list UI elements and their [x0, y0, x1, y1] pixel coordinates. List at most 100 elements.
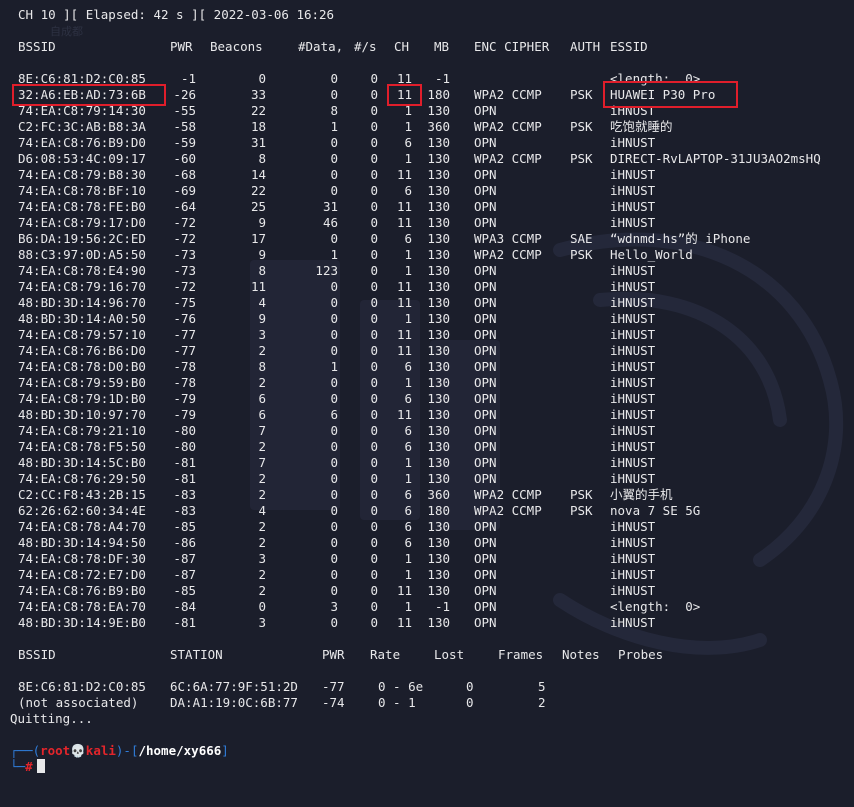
ap-cell-data: 0 — [330, 391, 338, 406]
ap-cell-auth: PSK — [570, 87, 593, 102]
ap-cell-beacons: 22 — [250, 183, 266, 198]
ap-cell-essid: iHNUST — [610, 359, 656, 374]
ap-cell-data: 1 — [330, 359, 338, 374]
ap-cell-rate: 0 — [370, 359, 378, 374]
terminal-window[interactable]: CH 10 ][ Elapsed: 42 s ][ 2022-03-06 16:… — [0, 0, 854, 784]
ap-cell-data: 6 — [330, 407, 338, 422]
ap-cell-rate: 0 — [370, 119, 378, 134]
ap-cell-beacons: 14 — [250, 167, 266, 182]
ap-cell-rate: 0 — [370, 151, 378, 166]
prompt-user: root — [40, 743, 71, 758]
ap-cell-bssid: 8E:C6:81:D2:C0:85 — [18, 71, 146, 86]
ap-cell-enc: WPA2 CCMP — [474, 503, 542, 518]
ap-cell-bssid: B6:DA:19:56:2C:ED — [18, 231, 146, 246]
ap-cell-rate: 0 — [370, 423, 378, 438]
ap-cell-rate: 0 — [370, 215, 378, 230]
ap-cell-bssid: 74:EA:C8:78:E4:90 — [18, 263, 146, 278]
ap-cell-enc: OPN — [474, 535, 497, 550]
ap-cell-pwr: -79 — [173, 391, 196, 406]
ap-cell-bssid: 74:EA:C8:79:16:70 — [18, 279, 146, 294]
ap-cell-rate: 0 — [370, 375, 378, 390]
prompt-frame-close: ] — [221, 743, 229, 758]
ap-row: 48:BD:3D:10:97:70 -79 6 6 0 11 130 OPN iHNUST — [0, 407, 854, 423]
ap-cell-mb: 130 — [427, 247, 450, 262]
ap-cell-beacons: 2 — [258, 487, 266, 502]
sta-col-frames: Frames — [498, 647, 544, 662]
ap-row: 74:EA:C8:78:D0:B0 -78 8 1 0 6 130 OPN iHNUST — [0, 359, 854, 375]
ap-cell-pwr: -72 — [173, 279, 196, 294]
ap-row: 74:EA:C8:78:E4:90 -73 8 123 0 1 130 OPN iHNUST — [0, 263, 854, 279]
prompt-frame-open: ┌──( — [10, 743, 41, 758]
ap-row: 74:EA:C8:78:EA:70 -84 0 3 0 1 -1 OPN <length: 0> — [0, 599, 854, 615]
ap-cell-enc: OPN — [474, 199, 497, 214]
ap-cell-data: 0 — [330, 183, 338, 198]
ap-cell-enc: OPN — [474, 519, 497, 534]
ap-cell-ch: 11 — [396, 279, 412, 294]
ap-cell-enc: OPN — [474, 215, 497, 230]
ap-cell-pwr: -77 — [173, 327, 196, 342]
ap-cell-rate: 0 — [370, 295, 378, 310]
ap-cell-essid: DIRECT-RvLAPTOP-31JU3AO2msHQ — [610, 151, 821, 166]
ap-row: C2:FC:3C:AB:B8:3A -58 18 1 0 1 360 WPA2 CCMP PSK… — [0, 119, 854, 135]
ap-cell-beacons: 7 — [258, 423, 266, 438]
ap-row: 74:EA:C8:78:FE:B0 -64 25 31 0 11 130 OPN iHNUST — [0, 199, 854, 215]
ap-cell-ch: 1 — [404, 103, 412, 118]
ap-cell-rate: 0 — [370, 167, 378, 182]
sta-col-rate: Rate — [370, 647, 401, 662]
ap-cell-data: 1 — [330, 119, 338, 134]
ap-cell-essid: iHNUST — [610, 439, 656, 454]
ap-cell-mb: -1 — [434, 599, 450, 614]
ap-cell-beacons: 6 — [258, 407, 266, 422]
ap-cell-essid: iHNUST — [610, 183, 656, 198]
ap-cell-data: 0 — [330, 279, 338, 294]
ap-cell-rate: 0 — [370, 487, 378, 502]
ap-cell-bssid: 48:BD:3D:14:94:50 — [18, 535, 146, 550]
ap-cell-enc: WPA2 CCMP — [474, 247, 542, 262]
watermark-text: 自成都 — [50, 25, 83, 38]
ap-cell-rate: 0 — [370, 343, 378, 358]
ap-cell-beacons: 8 — [258, 263, 266, 278]
ap-cell-beacons: 3 — [258, 615, 266, 630]
ap-cell-pwr: -68 — [173, 167, 196, 182]
ap-cell-essid: iHNUST — [610, 311, 656, 326]
ap-cell-mb: 130 — [427, 439, 450, 454]
ap-cell-mb: 130 — [427, 279, 450, 294]
ap-cell-beacons: 0 — [258, 599, 266, 614]
ap-row: 74:EA:C8:79:21:10 -80 7 0 0 6 130 OPN iHNUST — [0, 423, 854, 439]
ap-cell-mb: 130 — [427, 551, 450, 566]
ap-cell-mb: 130 — [427, 615, 450, 630]
ap-cell-pwr: -73 — [173, 263, 196, 278]
ap-cell-beacons: 31 — [250, 135, 266, 150]
sta-col-bssid: BSSID — [18, 647, 56, 662]
station-row: (not associated) DA:A1:19:0C:6B:77 -74 0 - … — [0, 695, 854, 711]
ap-cell-bssid: 74:EA:C8:76:B9:B0 — [18, 583, 146, 598]
ap-cell-essid: iHNUST — [610, 551, 656, 566]
ap-cell-rate: 0 — [370, 615, 378, 630]
ap-cell-pwr: -73 — [173, 247, 196, 262]
ap-cell-enc: WPA2 CCMP — [474, 119, 542, 134]
ap-cell-mb: 130 — [427, 167, 450, 182]
ap-cell-data: 0 — [330, 519, 338, 534]
ap-cell-ch: 6 — [404, 535, 412, 550]
skull-icon: 💀 — [70, 743, 86, 758]
ap-cell-enc: OPN — [474, 407, 497, 422]
ap-cell-bssid: 74:EA:C8:79:14:30 — [18, 103, 146, 118]
ap-cell-enc: OPN — [474, 439, 497, 454]
station-cell-frames: 2 — [538, 695, 546, 710]
ap-cell-beacons: 3 — [258, 551, 266, 566]
text-cursor[interactable] — [36, 759, 45, 773]
ap-cell-essid: 吃饱就睡的 — [610, 119, 673, 134]
ap-cell-ch: 1 — [404, 599, 412, 614]
ap-cell-essid: Hello_World — [610, 247, 693, 262]
shell-prompt-line2[interactable]: └─# — [10, 759, 45, 775]
prompt-path: /home/xy666 — [138, 743, 222, 758]
ap-row: D6:08:53:4C:09:17 -60 8 0 0 1 130 WPA2 CCMP PSK D… — [0, 151, 854, 167]
ap-cell-auth: PSK — [570, 487, 593, 502]
ap-cell-bssid: 74:EA:C8:76:B6:D0 — [18, 343, 146, 358]
ap-cell-bssid: 74:EA:C8:79:57:10 — [18, 327, 146, 342]
ap-cell-ch: 1 — [404, 151, 412, 166]
ap-cell-enc: OPN — [474, 455, 497, 470]
col-pwr: PWR — [170, 39, 193, 54]
ap-cell-rate: 0 — [370, 279, 378, 294]
ap-cell-pwr: -86 — [173, 535, 196, 550]
